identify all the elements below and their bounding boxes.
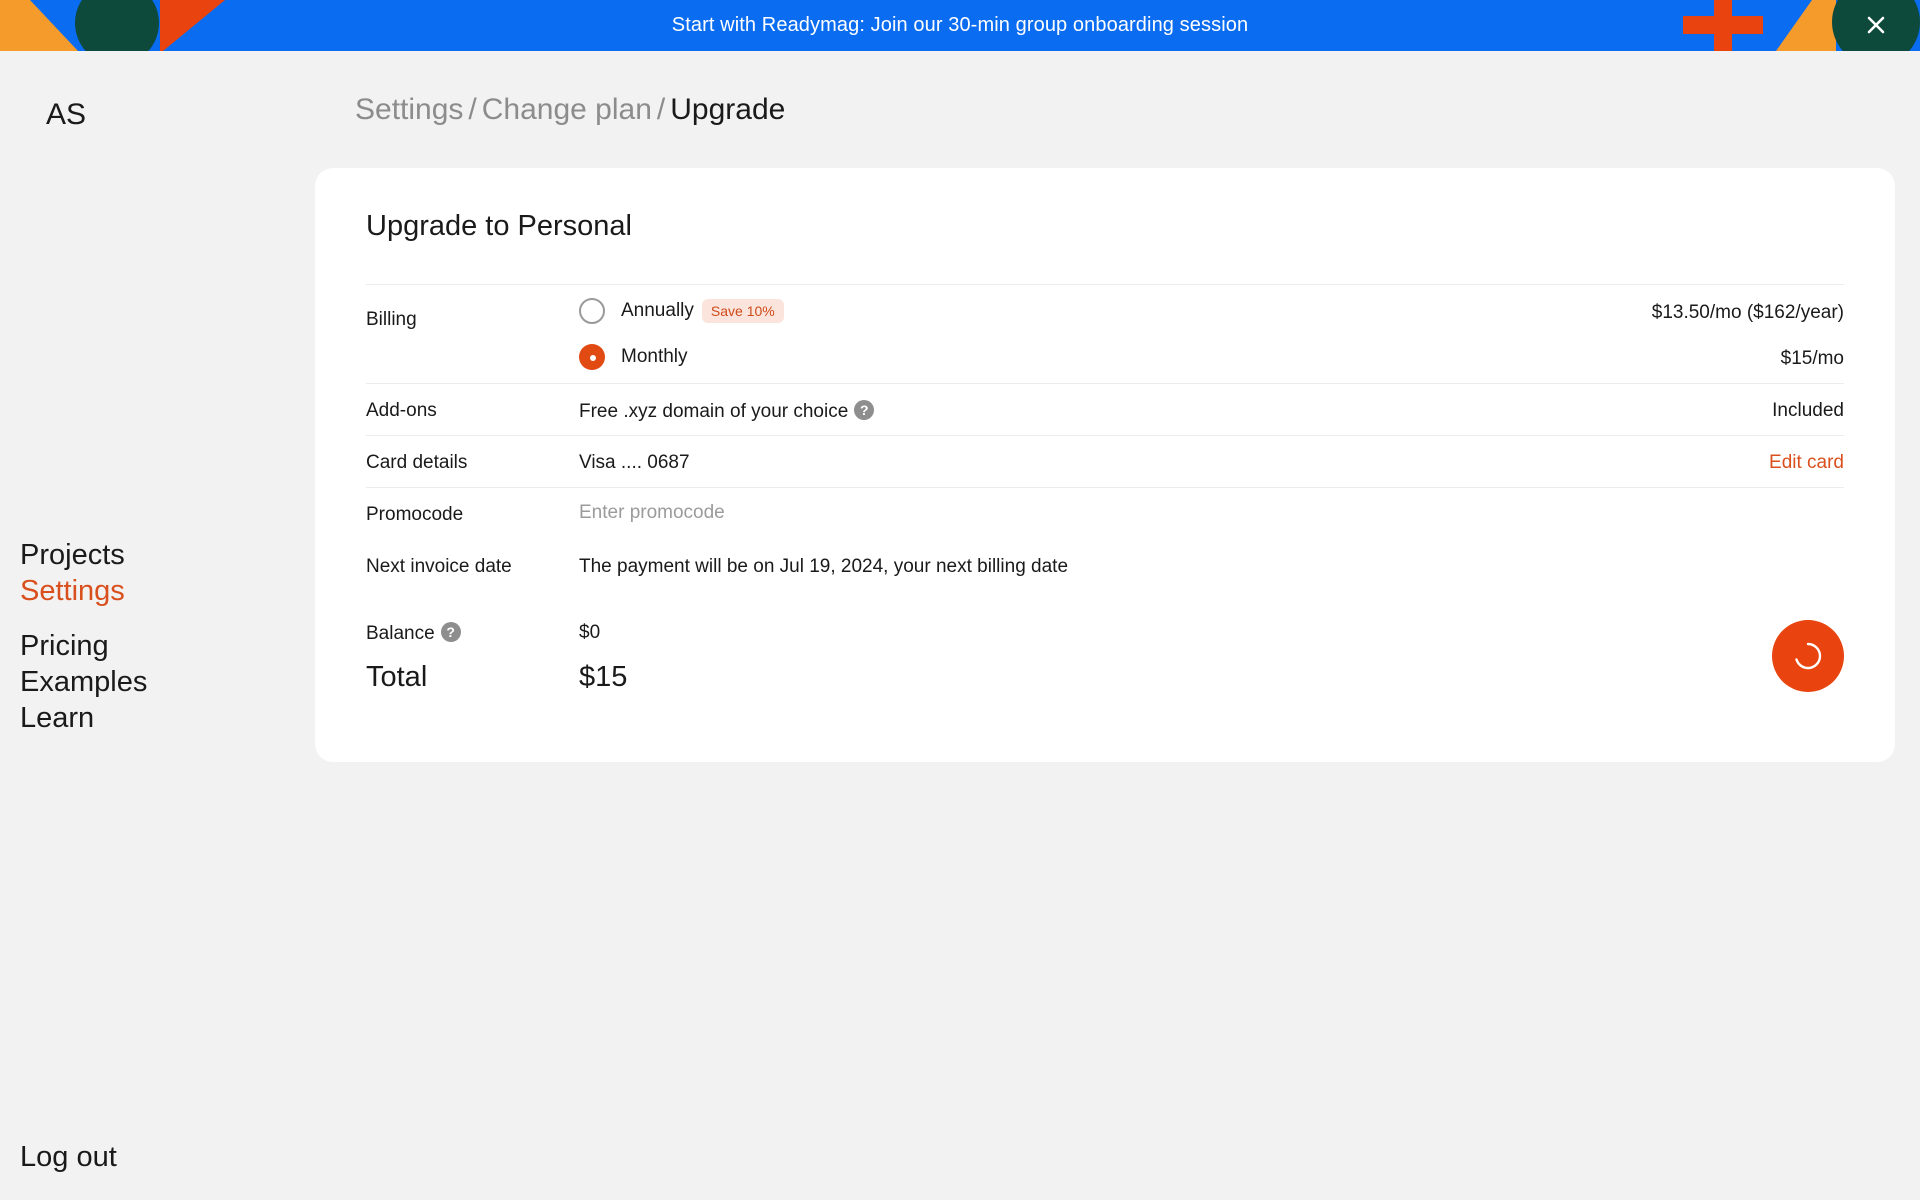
total-value: $15 — [579, 661, 628, 693]
addons-label: Add-ons — [366, 400, 437, 421]
breadcrumb-settings[interactable]: Settings — [355, 93, 463, 126]
billing-option-label: Monthly — [621, 346, 688, 367]
addons-value-row: Free .xyz domain of your choice? — [579, 400, 875, 423]
user-avatar[interactable]: AS — [46, 98, 86, 132]
breadcrumb-current: Upgrade — [670, 93, 786, 126]
upgrade-card: Upgrade to Personal Billing Annually Sav… — [315, 168, 1895, 762]
save-badge: Save 10% — [701, 299, 784, 323]
promocode-input[interactable] — [579, 502, 1579, 524]
radio-annually[interactable] — [579, 298, 605, 324]
help-icon[interactable]: ? — [440, 622, 461, 642]
loading-spinner-icon — [1795, 642, 1822, 670]
next-invoice-label: Next invoice date — [366, 556, 512, 577]
banner-close-button[interactable] — [1835, 0, 1920, 51]
breadcrumb-separator: / — [656, 93, 666, 126]
balance-label: Balance — [366, 623, 435, 644]
logout-link[interactable]: Log out — [20, 1141, 117, 1174]
edit-card-link[interactable]: Edit card — [1769, 452, 1844, 474]
help-icon[interactable]: ? — [854, 400, 875, 420]
breadcrumb: Settings / Change plan / Upgrade — [355, 93, 785, 127]
promocode-label: Promocode — [366, 504, 464, 525]
annual-price: $13.50/mo ($162/year) — [1651, 302, 1844, 323]
next-invoice-value: The payment will be on Jul 19, 2024, you… — [579, 556, 1069, 577]
balance-value: $0 — [579, 622, 601, 643]
addons-status: Included — [1772, 400, 1844, 421]
addons-value: Free .xyz domain of your choice — [579, 401, 849, 422]
submit-upgrade-button[interactable] — [1772, 620, 1844, 692]
billing-option-monthly[interactable]: Monthly — [579, 342, 688, 372]
card-details-label: Card details — [366, 452, 468, 473]
sidebar-item-learn[interactable]: Learn — [20, 700, 147, 736]
card-details-value: Visa .... 0687 — [579, 452, 690, 473]
close-icon — [1867, 16, 1885, 34]
billing-option-label: Annually — [621, 300, 694, 321]
monthly-price: $15/mo — [1780, 348, 1844, 369]
total-label: Total — [366, 661, 428, 693]
balance-label-row: Balance? — [366, 622, 461, 645]
radio-monthly[interactable] — [579, 344, 605, 370]
divider — [366, 487, 1844, 488]
page-title: Upgrade to Personal — [366, 210, 632, 242]
divider — [366, 435, 1844, 436]
breadcrumb-change-plan[interactable]: Change plan — [482, 93, 652, 126]
sidebar-item-projects[interactable]: Projects — [20, 537, 147, 573]
billing-label: Billing — [366, 309, 417, 330]
billing-option-annually[interactable]: Annually Save 10% — [579, 296, 784, 326]
divider — [366, 284, 1844, 285]
sidebar-item-settings[interactable]: Settings — [20, 573, 147, 609]
breadcrumb-separator: / — [468, 93, 477, 126]
divider — [366, 383, 1844, 384]
sidebar-item-examples[interactable]: Examples — [20, 664, 147, 700]
banner-text[interactable]: Start with Readymag: Join our 30-min gro… — [0, 0, 1920, 51]
sidebar-item-pricing[interactable]: Pricing — [20, 628, 147, 664]
sidebar-nav: Projects Settings Pricing Examples Learn — [20, 537, 147, 736]
onboarding-banner[interactable]: Start with Readymag: Join our 30-min gro… — [0, 0, 1920, 51]
